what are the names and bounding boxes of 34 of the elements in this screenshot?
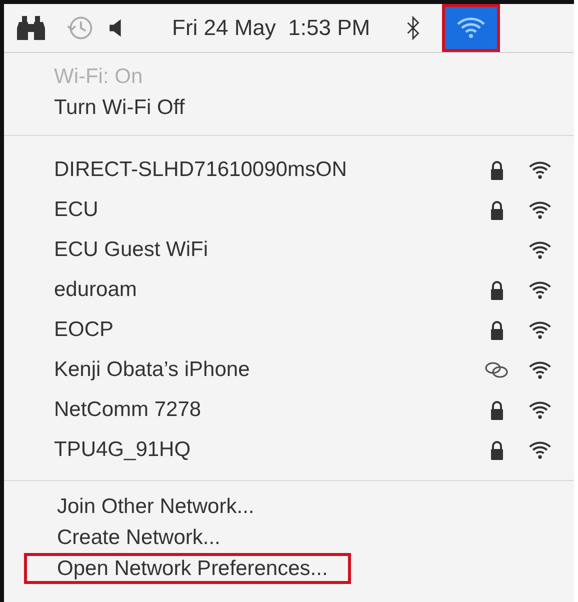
wifi-signal-icon xyxy=(528,440,552,460)
wifi-signal-icon xyxy=(528,360,552,380)
menu-item[interactable]: Create Network... xyxy=(24,522,244,553)
lock-icon xyxy=(489,440,505,460)
menu-item[interactable]: Join Other Network... xyxy=(24,491,278,522)
date-time[interactable]: Fri 24 May 1:53 PM xyxy=(172,15,370,41)
menu-item[interactable]: Turn Wi-Fi Off xyxy=(4,92,574,123)
network-item[interactable]: eduroam xyxy=(54,278,480,302)
link-icon xyxy=(484,360,510,380)
lock-icon xyxy=(489,320,505,340)
lock-icon xyxy=(489,400,505,420)
wifi-signal-icon xyxy=(528,280,552,300)
wifi-signal-icon xyxy=(528,240,552,260)
wifi-button[interactable] xyxy=(442,4,500,52)
menu-item[interactable]: Open Network Preferences... xyxy=(24,553,351,584)
speaker-icon[interactable] xyxy=(108,17,124,39)
wifi-signal-icon xyxy=(528,320,552,340)
network-item[interactable]: ECU Guest WiFi xyxy=(54,238,480,262)
wifi-signal-icon xyxy=(528,200,552,220)
lock-icon xyxy=(489,280,505,300)
network-item[interactable]: TPU4G_91HQ xyxy=(54,438,480,462)
status-item: Wi-Fi: On xyxy=(53,64,144,90)
network-item[interactable]: NetComm 7278 xyxy=(54,398,480,422)
network-item[interactable]: ECU xyxy=(54,198,480,222)
network-item[interactable]: EOCP xyxy=(54,318,480,342)
binoculars-icon[interactable] xyxy=(16,14,46,42)
bluetooth-icon[interactable] xyxy=(406,15,420,41)
lock-icon xyxy=(489,200,505,220)
lock-icon xyxy=(489,160,505,180)
network-item[interactable]: DIRECT-SLHD71610090msON xyxy=(54,158,480,182)
wifi-signal-icon xyxy=(528,160,552,180)
wifi-icon xyxy=(456,16,486,40)
wifi-signal-icon xyxy=(528,400,552,420)
network-item[interactable]: Kenji Obata’s iPhone xyxy=(54,358,480,382)
